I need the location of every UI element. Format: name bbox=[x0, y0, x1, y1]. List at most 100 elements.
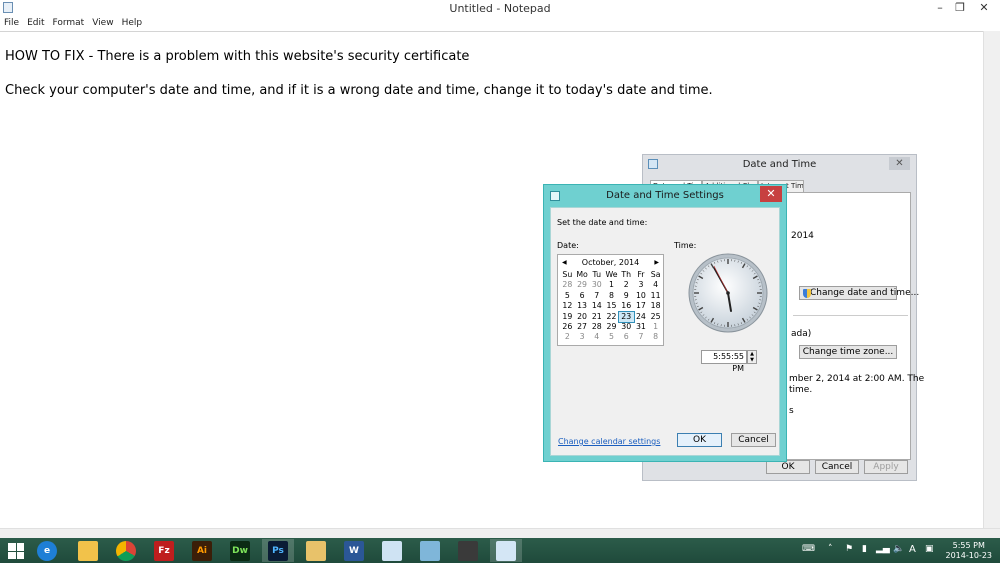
vertical-scrollbar[interactable] bbox=[983, 31, 1000, 528]
language-indicator[interactable]: A bbox=[909, 544, 916, 555]
calendar-day[interactable]: 8 bbox=[604, 291, 619, 301]
calendar-day[interactable]: 27 bbox=[575, 322, 590, 332]
calendar-day[interactable]: 21 bbox=[589, 312, 604, 322]
dst-text: mber 2, 2014 at 2:00 AM. The bbox=[789, 374, 925, 384]
calendar-day[interactable]: 10 bbox=[634, 291, 649, 301]
chevron-up-icon[interactable]: ˄ bbox=[828, 544, 833, 554]
calendar-day[interactable]: 28 bbox=[589, 322, 604, 332]
cancel-button[interactable]: Cancel bbox=[815, 460, 859, 474]
keyboard-icon[interactable]: ⌨ bbox=[802, 544, 815, 554]
input-method-icon[interactable]: ▣ bbox=[925, 544, 934, 554]
menu-view[interactable]: View bbox=[92, 16, 113, 31]
calendar-day[interactable]: 28 bbox=[560, 280, 575, 290]
text-line: HOW TO FIX - There is a problem with thi… bbox=[5, 49, 470, 64]
calendar-day[interactable]: 31 bbox=[634, 322, 649, 332]
calendar-day[interactable]: 3 bbox=[634, 280, 649, 290]
next-month-icon[interactable]: ▶ bbox=[654, 257, 659, 268]
calendar-day[interactable]: 20 bbox=[575, 312, 590, 322]
file-explorer-icon[interactable] bbox=[78, 541, 98, 561]
calendar-day[interactable]: 30 bbox=[589, 280, 604, 290]
weekday-header: Su bbox=[562, 270, 573, 279]
dreamweaver-icon[interactable]: Dw bbox=[230, 541, 250, 561]
calendar-day[interactable]: 4 bbox=[589, 332, 604, 342]
close-icon[interactable]: ✕ bbox=[976, 1, 992, 14]
close-icon[interactable]: ✕ bbox=[760, 186, 782, 202]
notepad-taskbar-icon[interactable] bbox=[382, 541, 402, 561]
previous-month-icon[interactable]: ◀ bbox=[562, 257, 567, 268]
calendar-day[interactable]: 2 bbox=[619, 280, 634, 290]
calendar-day[interactable]: 3 bbox=[575, 332, 590, 342]
minimize-icon[interactable]: – bbox=[932, 1, 948, 14]
instruction-text: Set the date and time: bbox=[557, 218, 648, 227]
date-time-taskbar-icon[interactable] bbox=[496, 541, 516, 561]
calendar-day[interactable]: 22 bbox=[604, 312, 619, 322]
horizontal-scrollbar[interactable] bbox=[0, 528, 1000, 538]
calendar-day[interactable]: 6 bbox=[575, 291, 590, 301]
menu-help[interactable]: Help bbox=[122, 16, 143, 31]
close-icon[interactable]: ✕ bbox=[889, 157, 910, 170]
time-spinner[interactable]: ▲ ▼ bbox=[747, 350, 757, 364]
menu-file[interactable]: File bbox=[4, 16, 19, 31]
ok-button[interactable]: OK bbox=[766, 460, 810, 474]
calendar-day[interactable]: 30 bbox=[619, 322, 634, 332]
calendar-day[interactable]: 9 bbox=[619, 291, 634, 301]
flag-icon[interactable]: ⚑ bbox=[845, 544, 853, 554]
calendar-day[interactable]: 7 bbox=[589, 291, 604, 301]
calendar-day[interactable]: 24 bbox=[634, 312, 649, 322]
volume-icon[interactable]: 🔈 bbox=[893, 544, 904, 554]
calendar-day[interactable]: 1 bbox=[648, 322, 663, 332]
calendar-day[interactable]: 15 bbox=[604, 301, 619, 311]
calendar-day[interactable]: 23 bbox=[617, 310, 635, 323]
battery-icon[interactable]: ▮ bbox=[862, 544, 867, 554]
calendar-day[interactable]: 29 bbox=[575, 280, 590, 290]
month-year-label[interactable]: October, 2014 bbox=[582, 258, 639, 267]
app-icon[interactable] bbox=[420, 541, 440, 561]
mail-icon[interactable] bbox=[306, 541, 326, 561]
internet-explorer-icon[interactable]: e bbox=[37, 541, 57, 561]
network-icon[interactable]: ▂▄ bbox=[876, 544, 890, 554]
calendar-day[interactable]: 2 bbox=[560, 332, 575, 342]
weekday-header: Mo bbox=[576, 270, 588, 279]
calendar-day[interactable]: 17 bbox=[634, 301, 649, 311]
calendar-day[interactable]: 18 bbox=[648, 301, 663, 311]
photoshop-icon[interactable]: Ps bbox=[268, 541, 288, 561]
restore-icon[interactable]: ❐ bbox=[952, 1, 968, 14]
taskbar-time: 5:55 PM bbox=[952, 541, 985, 550]
word-icon[interactable]: W bbox=[344, 541, 364, 561]
ok-button[interactable]: OK bbox=[677, 433, 722, 447]
change-calendar-settings-link[interactable]: Change calendar settings bbox=[558, 437, 660, 446]
calendar-day[interactable]: 5 bbox=[560, 291, 575, 301]
dev-tool-icon[interactable] bbox=[458, 541, 478, 561]
filezilla-icon[interactable]: Fz bbox=[154, 541, 174, 561]
apply-button[interactable]: Apply bbox=[864, 460, 908, 474]
calendar-day[interactable]: 7 bbox=[634, 332, 649, 342]
calendar-header: ◀ October, 2014 ▶ bbox=[558, 257, 663, 268]
divider bbox=[793, 315, 908, 316]
cancel-button[interactable]: Cancel bbox=[731, 433, 776, 447]
calendar-day[interactable]: 11 bbox=[648, 291, 663, 301]
calendar-day[interactable]: 8 bbox=[648, 332, 663, 342]
calendar-day[interactable]: 16 bbox=[619, 301, 634, 311]
taskbar-clock[interactable]: 5:55 PM 2014-10-23 bbox=[946, 541, 993, 561]
calendar-day[interactable]: 12 bbox=[560, 301, 575, 311]
calendar-day[interactable]: 14 bbox=[589, 301, 604, 311]
illustrator-icon[interactable]: Ai bbox=[192, 541, 212, 561]
chrome-icon[interactable] bbox=[116, 541, 136, 561]
windows-start-icon[interactable] bbox=[8, 543, 24, 559]
calendar-day[interactable]: 1 bbox=[604, 280, 619, 290]
change-date-time-button[interactable]: Change date and time... bbox=[799, 286, 919, 300]
calendar-day[interactable]: 5 bbox=[604, 332, 619, 342]
calendar-day[interactable]: 6 bbox=[619, 332, 634, 342]
calendar-day[interactable]: 29 bbox=[604, 322, 619, 332]
calendar-day[interactable]: 19 bbox=[560, 312, 575, 322]
time-input[interactable]: 5:55:55 PM bbox=[701, 350, 747, 373]
menu-edit[interactable]: Edit bbox=[27, 16, 44, 31]
calendar-day[interactable]: 13 bbox=[575, 301, 590, 311]
calendar-day[interactable]: 4 bbox=[648, 280, 663, 290]
text-line: Check your computer's date and time, and… bbox=[5, 83, 713, 98]
calendar-day[interactable]: 25 bbox=[648, 312, 663, 322]
weekday-header: Tu bbox=[592, 270, 602, 279]
menu-format[interactable]: Format bbox=[53, 16, 85, 31]
change-time-zone-button[interactable]: Change time zone... bbox=[799, 345, 897, 359]
calendar-day[interactable]: 26 bbox=[560, 322, 575, 332]
